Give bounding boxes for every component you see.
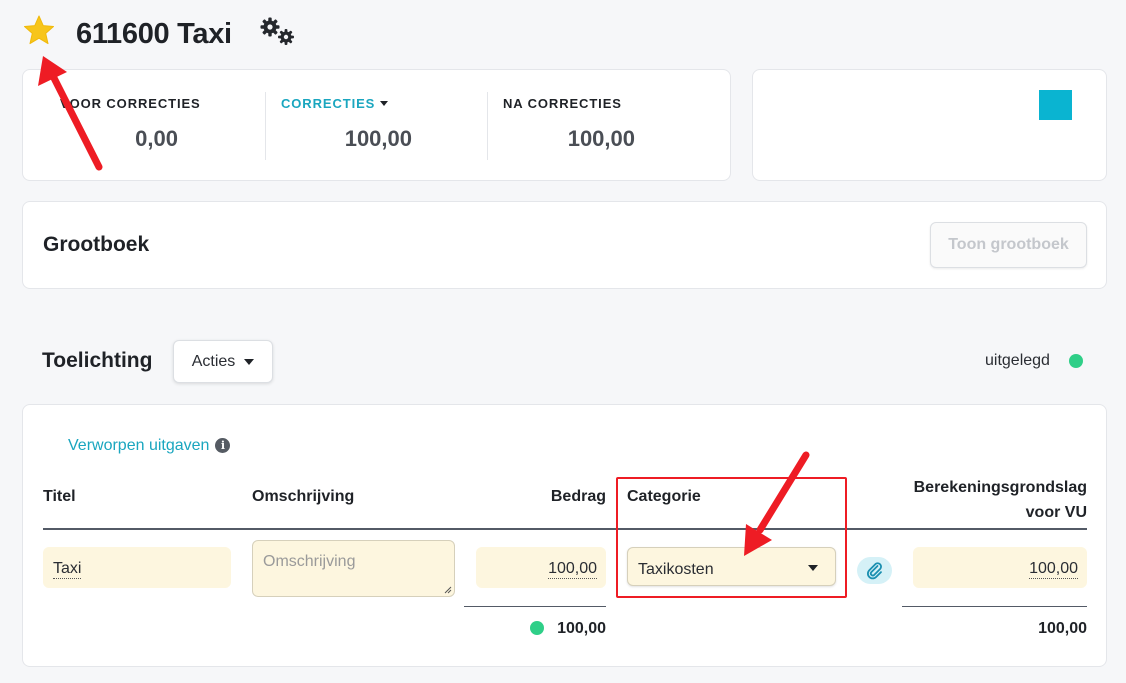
voor-correcties-label: VOOR CORRECTIES (60, 96, 201, 111)
legend-swatch (1039, 90, 1072, 120)
verworpen-uitgaven-link[interactable]: Verworpen uitgaven i (68, 437, 231, 455)
bedrag-total: 100,00 (557, 620, 606, 637)
info-icon[interactable]: i (215, 438, 231, 453)
caret-down-icon (244, 358, 255, 365)
acties-label: Acties (191, 352, 236, 370)
categorie-select[interactable]: Taxikosten (627, 547, 836, 586)
titel-input[interactable]: Taxi (43, 547, 231, 588)
voor-correcties-value: 0,00 (135, 126, 178, 151)
grootboek-title: Grootboek (43, 233, 150, 256)
status-label: uitgelegd (985, 352, 1050, 369)
grondslag-value: 100,00 (1029, 560, 1078, 579)
verworpen-uitgaven-label[interactable]: Verworpen uitgaven (68, 437, 209, 454)
page-title: 611600 Taxi (76, 18, 232, 50)
column-header-titel: Titel (43, 488, 76, 505)
toon-grootboek-button[interactable]: Toon grootboek (930, 222, 1087, 268)
omschrijving-placeholder: Omschrijving (263, 553, 356, 570)
titel-value: Taxi (53, 560, 82, 579)
header-divider (43, 528, 1087, 530)
correcties-dropdown[interactable]: CORRECTIES (281, 96, 389, 111)
na-correcties-value: 100,00 (567, 126, 635, 151)
column-header-categorie: Categorie (627, 488, 701, 505)
corrections-summary-card: VOOR CORRECTIES 0,00 CORRECTIES 100,00 N… (22, 69, 731, 181)
attachment-button[interactable] (857, 557, 892, 584)
correcties-column: CORRECTIES 100,00 (266, 70, 487, 180)
bedrag-value: 100,00 (548, 560, 597, 579)
omschrijving-textarea[interactable]: Omschrijving (252, 540, 455, 597)
resize-handle-icon[interactable] (444, 586, 452, 594)
grondslag-input[interactable]: 100,00 (913, 547, 1087, 588)
caret-down-icon (808, 565, 818, 571)
gears-icon[interactable] (258, 15, 300, 49)
grootboek-card: Grootboek Toon grootboek (22, 201, 1107, 289)
column-header-omschrijving: Omschrijving (252, 488, 355, 505)
column-header-berekeningsgrondslag: Berekeningsgrondslag voor VU (863, 475, 1087, 525)
caret-down-icon (380, 101, 389, 106)
column-header-line: voor VU (1025, 504, 1087, 521)
star-icon[interactable] (22, 14, 56, 48)
categorie-value: Taxikosten (638, 561, 714, 578)
verworpen-uitgaven-card: Verworpen uitgaven i Titel Omschrijving B… (22, 404, 1107, 667)
toelichting-title: Toelichting (42, 349, 153, 372)
na-correcties-column: NA CORRECTIES 100,00 (488, 70, 732, 180)
column-header-line: Berekeningsgrondslag (913, 479, 1087, 496)
sum-divider (464, 606, 606, 607)
status-dot-icon (1069, 354, 1083, 368)
correcties-label[interactable]: CORRECTIES (281, 96, 375, 111)
acties-dropdown-button[interactable]: Acties (173, 340, 273, 383)
correcties-value: 100,00 (344, 126, 412, 151)
sum-divider (902, 606, 1087, 607)
grondslag-total: 100,00 (1038, 620, 1087, 637)
column-header-bedrag: Bedrag (550, 488, 606, 505)
bedrag-input[interactable]: 100,00 (476, 547, 606, 588)
voor-correcties-column: VOOR CORRECTIES 0,00 (23, 70, 265, 180)
side-panel-card (752, 69, 1107, 181)
na-correcties-label: NA CORRECTIES (503, 96, 622, 111)
paperclip-icon (867, 562, 882, 580)
